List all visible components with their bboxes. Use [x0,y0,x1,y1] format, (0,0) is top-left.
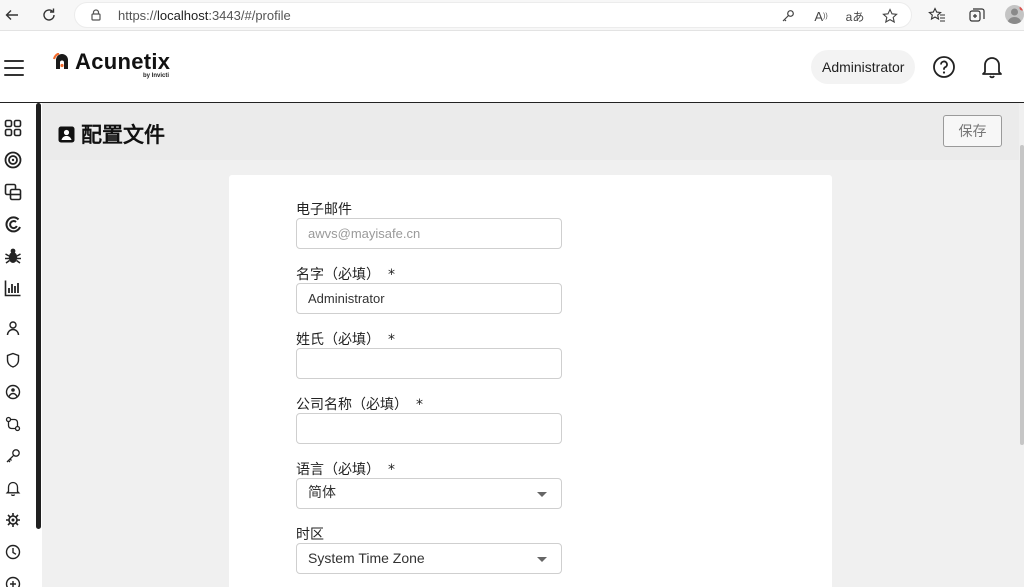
help-button[interactable] [931,54,957,80]
dashboard-icon[interactable] [3,118,23,138]
key-settings-icon[interactable] [3,446,23,466]
notifications-button[interactable] [980,54,1004,80]
browser-toolbar: https://localhost:3443/#/profile A)) aあ [0,0,1024,31]
sidebar [0,103,42,587]
email-label: 电子邮件 [296,202,352,218]
vulnerabilities-bug-icon[interactable] [3,246,23,266]
required-asterisk: * [388,462,395,478]
acunetix-scan-icon[interactable] [3,214,23,234]
scan-engine-settings-icon[interactable] [3,510,23,530]
page-header: 配置文件 保存 [42,103,1019,160]
favorite-star-icon[interactable] [879,6,901,26]
network-scanner-icon[interactable] [3,382,23,402]
timezone-select[interactable]: System Time Zone [296,543,562,574]
menu-toggle-icon[interactable] [4,60,24,76]
refresh-icon [43,8,55,21]
acunetix-logo-mark-icon [52,52,71,71]
language-label: 语言（必填） * [296,462,395,478]
logo-subtitle: by Invicti [143,73,170,79]
timezone-selected-value: System Time Zone [308,550,425,566]
back-button[interactable] [0,4,24,26]
history-clock-icon[interactable] [3,542,23,562]
company-field[interactable] [296,413,562,444]
scans-icon[interactable] [3,182,23,202]
read-aloud-icon[interactable]: A)) [810,6,832,26]
reports-chart-icon[interactable] [3,278,23,298]
main-content: 配置文件 保存 电子邮件 awvs@mayisafe.cn 名字（必填） * Ad… [42,103,1019,587]
last-name-field[interactable] [296,348,562,379]
back-arrow-icon [5,10,18,20]
app-header: Acunetix by Invicti Administrator [0,32,1024,103]
profile-card-icon [58,126,75,142]
integrations-icon[interactable] [3,414,23,434]
refresh-button[interactable] [37,4,61,26]
page-title: 配置文件 [81,123,165,147]
user-menu-button[interactable]: Administrator [811,50,916,84]
first-name-label: 名字（必填） * [296,267,395,283]
browser-profile-avatar[interactable] [1005,5,1024,24]
notifications-icon[interactable] [3,478,23,498]
shield-icon[interactable] [3,350,23,370]
required-asterisk: * [388,332,395,348]
collections-button[interactable] [965,4,989,26]
translate-icon[interactable]: aあ [844,6,866,26]
language-select[interactable]: 简体 [296,478,562,509]
site-info-icon[interactable] [89,8,103,27]
page-scrollbar[interactable] [1019,103,1024,587]
page-scrollbar-thumb[interactable] [1020,145,1024,445]
page-title-group: 配置文件 [58,119,165,149]
favorites-button[interactable] [925,4,949,26]
acunetix-logo[interactable]: Acunetix by Invicti [52,49,171,79]
last-name-label: 姓氏（必填） * [296,332,395,348]
more-icon[interactable] [3,574,23,587]
address-bar[interactable]: https://localhost:3443/#/profile A)) aあ [74,2,912,28]
targets-icon[interactable] [3,150,23,170]
help-icon [933,56,955,78]
first-name-field[interactable]: Administrator [296,283,562,314]
favorites-icon [928,7,945,22]
logo-text: Acunetix [75,49,171,74]
sidebar-scrollbar[interactable] [36,103,41,529]
timezone-label: 时区 [296,527,324,543]
email-field[interactable]: awvs@mayisafe.cn [296,218,562,249]
required-asterisk: * [388,267,395,283]
company-label: 公司名称（必填） * [296,397,423,413]
key-icon[interactable] [777,6,799,26]
users-icon[interactable] [3,318,23,338]
url-text: https://localhost:3443/#/profile [118,8,291,23]
bell-icon [982,57,1002,79]
required-asterisk: * [416,397,423,413]
save-button[interactable]: 保存 [943,115,1002,147]
dropdown-caret-icon [537,557,547,562]
language-selected-value: 简体 [308,485,336,501]
dropdown-caret-icon [537,492,547,497]
collections-icon [969,8,985,22]
profile-form-card: 电子邮件 awvs@mayisafe.cn 名字（必填） * Administra… [229,175,832,587]
